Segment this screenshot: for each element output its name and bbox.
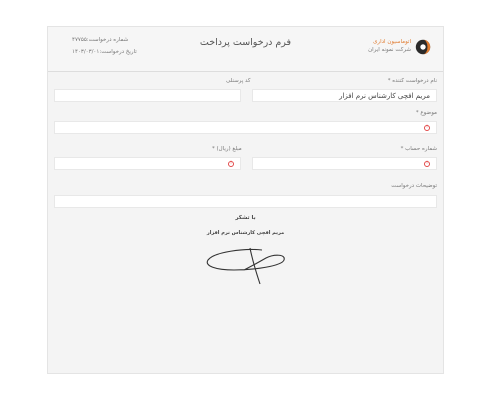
request-date: تاریخ درخواست:۱۴۰۳/۰۳/۰۱ (72, 49, 137, 55)
payment-request-form: اتوماسیون اداری شرکت نمونه ایران فرم درخ… (47, 26, 444, 374)
thanks-text: با تشکر (235, 215, 256, 221)
personnel-code-label: کد پرسنلی (226, 78, 251, 84)
amount-field[interactable]: ! (54, 157, 241, 170)
account-number-field[interactable]: ! (252, 157, 437, 170)
account-number-label: شماره حساب * (400, 146, 437, 152)
signer-name: مریم افچی کارشناس نرم افزار (206, 230, 285, 236)
personnel-code-field[interactable] (54, 89, 241, 102)
description-label: توضیحات درخواست (391, 183, 437, 189)
signature-image (206, 247, 285, 285)
request-number: شماره درخواست:۴۷۷۵۵ (72, 37, 129, 43)
account-number-error-icon: ! (424, 160, 430, 167)
requester-value: مریم افچی کارشناس نرم افزار (339, 92, 430, 100)
requester-field[interactable]: مریم افچی کارشناس نرم افزار (252, 89, 437, 102)
amount-error-icon: ! (228, 160, 234, 167)
form-header: اتوماسیون اداری شرکت نمونه ایران فرم درخ… (48, 27, 443, 72)
description-field[interactable] (54, 195, 437, 208)
subject-field[interactable]: ! (54, 121, 437, 134)
amount-label: مبلغ (ریال) * (212, 146, 242, 152)
requester-label: نام درخواست کننده * (387, 78, 437, 84)
subject-error-icon: ! (424, 124, 430, 131)
subject-label: موضوع * (415, 110, 437, 116)
